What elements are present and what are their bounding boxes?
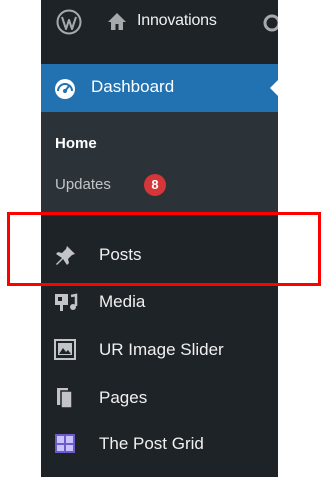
submenu-item-home[interactable]: Home <box>55 135 97 152</box>
home-icon <box>108 13 126 30</box>
image-slider-icon <box>54 339 76 360</box>
site-name-link[interactable]: Innovations <box>137 12 217 30</box>
customize-icon[interactable] <box>262 13 278 33</box>
wordpress-logo-icon[interactable] <box>56 9 82 35</box>
submenu-item-updates[interactable]: Updates <box>55 176 111 193</box>
sidebar-item-label: Pages <box>99 388 148 407</box>
admin-bar: Innovations <box>41 0 278 46</box>
sidebar-item-label: Media <box>99 292 146 311</box>
sidebar-item-the-post-grid[interactable]: The Post Grid <box>41 421 278 467</box>
media-icon <box>55 293 78 311</box>
active-indicator <box>270 80 278 96</box>
dashboard-icon <box>55 79 75 99</box>
dashboard-submenu: Home Updates 8 <box>41 112 278 215</box>
highlight-box <box>7 212 321 286</box>
sidebar-item-ur-image-slider[interactable]: UR Image Slider <box>41 327 278 373</box>
pages-icon <box>57 388 73 409</box>
post-grid-icon <box>55 434 75 453</box>
sidebar-item-label: Dashboard <box>91 77 175 96</box>
sidebar-item-label: UR Image Slider <box>99 340 224 359</box>
sidebar-item-label: The Post Grid <box>99 434 204 453</box>
sidebar-item-dashboard[interactable]: Dashboard <box>41 64 278 112</box>
updates-count-badge: 8 <box>144 174 166 196</box>
sidebar-item-pages[interactable]: Pages <box>41 375 278 421</box>
